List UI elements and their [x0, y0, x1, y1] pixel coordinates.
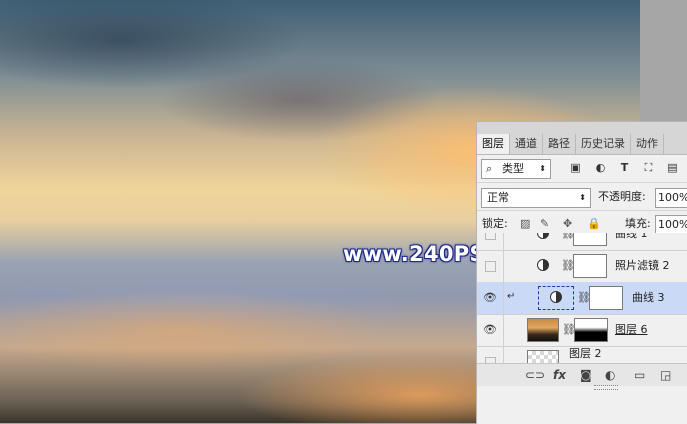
opacity-field[interactable]: 100%: [655, 188, 687, 208]
visibility-toggle[interactable]: [477, 346, 504, 363]
filter-kind-select[interactable]: ⌕ 类型 ⬍: [481, 159, 551, 179]
layer-mask-thumbnail[interactable]: [573, 233, 607, 246]
tab-actions[interactable]: 动作: [631, 134, 664, 154]
eye-icon: 👁: [483, 291, 497, 304]
panel-tabs: 图层 通道 路径 历史记录 动作: [477, 134, 687, 155]
layer-row-layer-2[interactable]: 图层 2: [477, 346, 687, 363]
layer-row-curves-3[interactable]: 👁 ↵ ⛓ 曲线 3: [477, 282, 687, 315]
link-icon[interactable]: ⊂⊃: [525, 368, 545, 382]
visibility-box-icon: [484, 233, 496, 240]
fx-icon[interactable]: fx: [553, 368, 566, 382]
tab-channels[interactable]: 通道: [510, 134, 543, 154]
adjustment-filter-icon[interactable]: ◐: [594, 161, 607, 174]
adjustment-layer-icon: [550, 291, 562, 303]
tab-layers[interactable]: 图层: [477, 134, 510, 154]
layer-thumbnail[interactable]: [527, 350, 559, 363]
layer-thumbnail[interactable]: [527, 318, 559, 342]
visibility-toggle[interactable]: [477, 250, 504, 282]
visibility-toggle[interactable]: 👁: [477, 282, 504, 314]
lock-move-icon[interactable]: ✥: [563, 217, 572, 231]
blend-mode-value: 正常: [487, 191, 509, 204]
visibility-box-icon: [484, 261, 496, 272]
fill-label: 填充:: [625, 217, 651, 230]
blend-mode-select[interactable]: 正常 ⬍: [481, 188, 591, 208]
folder-icon[interactable]: ▭: [634, 368, 645, 382]
tab-history[interactable]: 历史记录: [576, 134, 631, 154]
visibility-toggle[interactable]: 👁: [477, 314, 504, 346]
panel-top-strip: [477, 122, 687, 134]
layer-list: ⛓ 曲线 1 ⛓ 照片滤镜 2 👁 ↵ ⛓ 曲线 3 👁 ⛓ 图层 6 图层 2: [477, 233, 687, 363]
lock-paint-brush-icon[interactable]: ✎: [540, 217, 549, 231]
shape-filter-icon[interactable]: ⛶: [642, 161, 655, 174]
adjustment-layer-icon: [537, 233, 549, 239]
layer-row-curves-1[interactable]: ⛓ 曲线 1: [477, 233, 687, 251]
panel-bottom-bar: ⊂⊃ fx ◙ ◐ ▭ ◲: [477, 363, 687, 386]
image-filter-icon[interactable]: ▣: [569, 161, 582, 174]
layer-name[interactable]: 图层 2: [569, 338, 602, 363]
adjustment-layer-icon: [537, 259, 549, 271]
smart-object-filter-icon[interactable]: ▤: [666, 161, 679, 174]
layer-name[interactable]: 照片滤镜 2: [615, 250, 670, 282]
layers-panel: 图层 通道 路径 历史记录 动作 ⌕ 类型 ⬍ ▣ ◐ T ⛶ ▤ 正常 ⬍ 不…: [476, 121, 687, 424]
lock-transparent-icon[interactable]: ▨: [520, 217, 530, 231]
mask-icon[interactable]: ◙: [580, 368, 592, 382]
filter-kind-label: 类型: [502, 162, 524, 175]
opacity-label: 不透明度:: [598, 190, 646, 203]
search-icon: ⌕: [486, 162, 493, 175]
filter-row: ⌕ 类型 ⬍ ▣ ◐ T ⛶ ▤: [477, 155, 687, 183]
lock-all-icon[interactable]: 🔒: [587, 217, 601, 231]
tab-paths[interactable]: 路径: [543, 134, 576, 154]
layer-name[interactable]: 曲线 3: [632, 282, 665, 314]
clipping-mask-icon: ↵: [507, 291, 516, 302]
workspace-background: [640, 0, 687, 121]
layer-name[interactable]: 曲线 1: [615, 233, 648, 250]
layer-mask-thumbnail[interactable]: [573, 254, 607, 278]
layer-row-photo-filter-2[interactable]: ⛓ 照片滤镜 2: [477, 250, 687, 283]
spinner-arrows-icon: ⬍: [539, 164, 546, 173]
spinner-arrows-icon: ⬍: [579, 193, 586, 202]
visibility-toggle[interactable]: [477, 233, 504, 250]
layer-name[interactable]: 图层 6: [615, 314, 648, 346]
adjustment-icon[interactable]: ◐: [605, 368, 615, 382]
type-filter-icon[interactable]: T: [618, 161, 631, 174]
lock-label: 锁定:: [482, 217, 508, 230]
new-layer-icon[interactable]: ◲: [660, 368, 671, 382]
layer-mask-thumbnail[interactable]: [589, 286, 623, 310]
fill-field[interactable]: 100%: [655, 215, 687, 235]
blend-row: 正常 ⬍ 不透明度: 100%: [477, 183, 687, 211]
resize-grip[interactable]: [594, 385, 618, 390]
eye-icon: 👁: [483, 323, 497, 336]
